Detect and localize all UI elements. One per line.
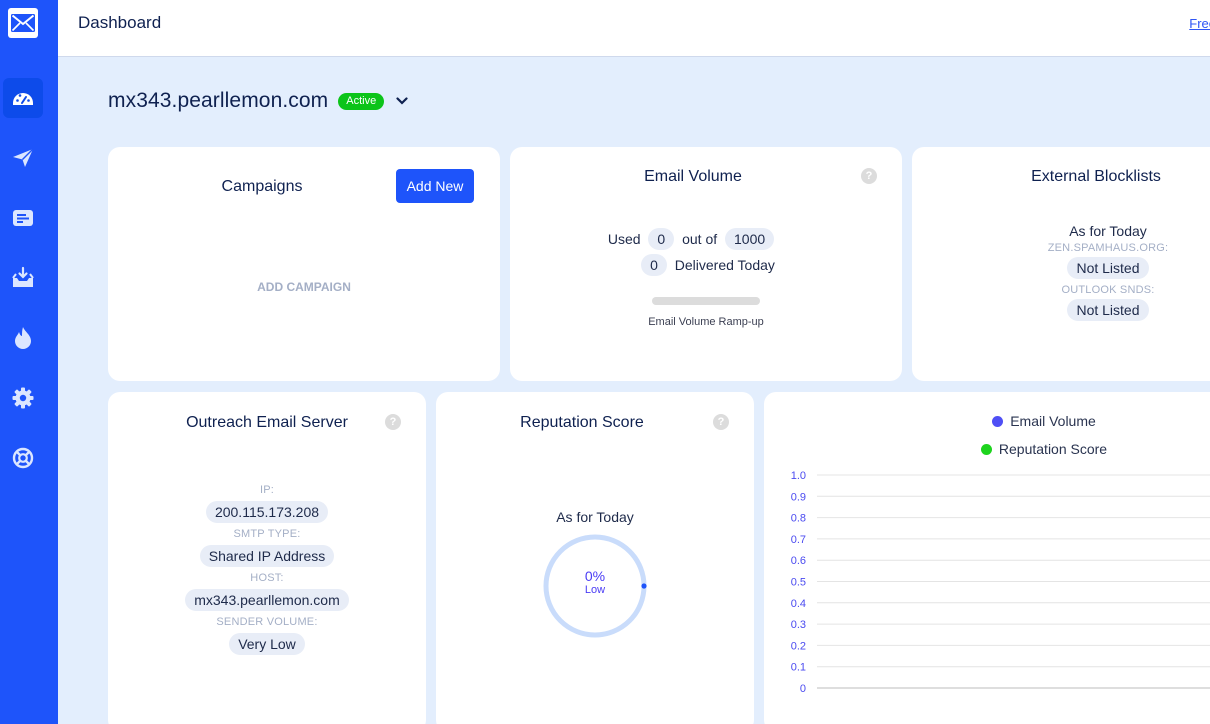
y-tick-label: 0.3 — [791, 619, 806, 631]
y-tick-label: 0.1 — [791, 662, 806, 674]
outreach-email-server-card: Outreach Email Server ? IP: 200.115.173.… — [108, 392, 426, 724]
ip-value: 200.115.173.208 — [205, 501, 329, 523]
y-tick-label: 0 — [800, 683, 806, 695]
delivered-row: 0 Delivered Today — [510, 254, 902, 276]
flame-icon — [15, 327, 31, 349]
blocklist-name: OUTLOOK SNDS: — [1061, 284, 1155, 296]
host-value: mx343.pearllemon.com — [185, 589, 349, 611]
y-tick-label: 0.7 — [791, 534, 806, 546]
ip-label: IP: — [259, 484, 275, 496]
campaigns-title: Campaigns — [221, 178, 303, 195]
sidebar — [0, 0, 58, 724]
limit-value: 1000 — [725, 228, 775, 250]
y-tick-label: 0.4 — [791, 598, 806, 610]
app-logo[interactable] — [8, 8, 38, 38]
volume-usage-row: Used 0 out of 1000 — [510, 228, 876, 250]
y-tick-label: 0.8 — [791, 513, 806, 525]
reputation-score-card: Reputation Score ? As for Today 0% Low — [436, 392, 754, 724]
y-tick-label: 0.9 — [791, 491, 806, 503]
server-dropdown-toggle[interactable] — [396, 94, 410, 108]
help-icon[interactable]: ? — [861, 168, 877, 184]
email-volume-card: Email Volume ? Used 0 out of 1000 0 Deli… — [510, 147, 902, 381]
blocklist-status: Not Listed — [1067, 257, 1149, 279]
used-label: Used — [607, 231, 641, 247]
smtp-type-label: SMTP TYPE: — [233, 528, 301, 540]
host-label: HOST: — [250, 572, 284, 584]
server-details: IP: 200.115.173.208 SMTP TYPE: Shared IP… — [108, 484, 426, 660]
inbox-download-icon — [12, 266, 34, 287]
sidebar-item-dashboard[interactable] — [3, 78, 43, 118]
sender-volume-value: Very Low — [229, 633, 305, 655]
add-campaign-link[interactable]: ADD CAMPAIGN — [108, 280, 500, 294]
sidebar-item-inbox[interactable] — [3, 258, 43, 298]
sidebar-item-campaigns[interactable] — [3, 138, 43, 178]
blocklist-status-list: As for Today ZEN.SPAMHAUS.ORG: Not Liste… — [912, 223, 1210, 326]
sender-volume-label: SENDER VOLUME: — [216, 616, 318, 628]
ramp-up-progress-bar — [652, 297, 760, 305]
sidebar-item-settings[interactable] — [3, 378, 43, 418]
page-title: Dashboard — [78, 13, 162, 32]
external-blocklists-card: External Blocklists As for Today ZEN.SPA… — [912, 147, 1210, 381]
y-tick-label: 0.2 — [791, 640, 806, 652]
out-of-label: out of — [682, 231, 718, 247]
as-for-today-label: As for Today — [556, 509, 634, 525]
sidebar-item-support[interactable] — [3, 438, 43, 478]
reputation-level: Low — [584, 584, 606, 596]
reputation-title: Reputation Score — [520, 414, 644, 431]
used-value: 0 — [648, 228, 675, 250]
help-icon[interactable]: ? — [713, 414, 729, 430]
server-name: mx343.pearllemon.com — [108, 89, 329, 112]
message-card-icon — [13, 210, 33, 226]
free-plan-link[interactable]: Free — [1189, 16, 1210, 31]
line-chart: 0 0.1 0.2 0.3 0.4 0.5 0.6 0.7 0.8 0.9 1.0 — [791, 470, 1210, 695]
y-tick-label: 0.5 — [791, 577, 806, 589]
delivered-value: 0 — [641, 254, 667, 276]
smtp-type-value: Shared IP Address — [199, 545, 335, 567]
outreach-server-title: Outreach Email Server — [186, 414, 348, 431]
as-for-today-label: As for Today — [1069, 223, 1147, 239]
envelope-icon — [11, 14, 35, 32]
email-volume-title: Email Volume — [644, 168, 742, 185]
gauge-readout: 0% Low — [542, 568, 648, 597]
sidebar-item-warmup[interactable] — [3, 318, 43, 358]
status-badge: Active — [338, 92, 385, 110]
help-icon[interactable]: ? — [385, 414, 401, 430]
top-bar: Dashboard Free — [58, 0, 1210, 57]
gear-icon — [12, 387, 34, 409]
add-new-campaign-button[interactable]: Add New — [396, 169, 474, 203]
campaigns-card: Campaigns Add New ADD CAMPAIGN — [108, 147, 500, 381]
blocklist-status: Not Listed — [1067, 299, 1149, 321]
trend-chart-card: Email Volume Reputation Score 0 0.1 0.2 0.3… — [764, 392, 1210, 724]
y-tick-label: 0.6 — [791, 555, 806, 567]
dashboard-gauge-icon — [13, 93, 33, 105]
sidebar-item-messages[interactable] — [3, 198, 43, 238]
blocklists-title: External Blocklists — [1031, 168, 1161, 185]
delivered-label: Delivered Today — [674, 257, 775, 273]
lifebuoy-icon — [12, 447, 34, 469]
y-tick-label: 1.0 — [791, 470, 806, 482]
chevron-down-icon — [396, 97, 408, 105]
blocklist-name: ZEN.SPAMHAUS.ORG: — [1047, 242, 1169, 254]
reputation-percent: 0% — [584, 568, 606, 584]
paper-plane-icon — [13, 148, 34, 167]
ramp-up-label: Email Volume Ramp-up — [648, 316, 764, 328]
server-selector: mx343.pearllemon.com Active — [108, 89, 410, 113]
